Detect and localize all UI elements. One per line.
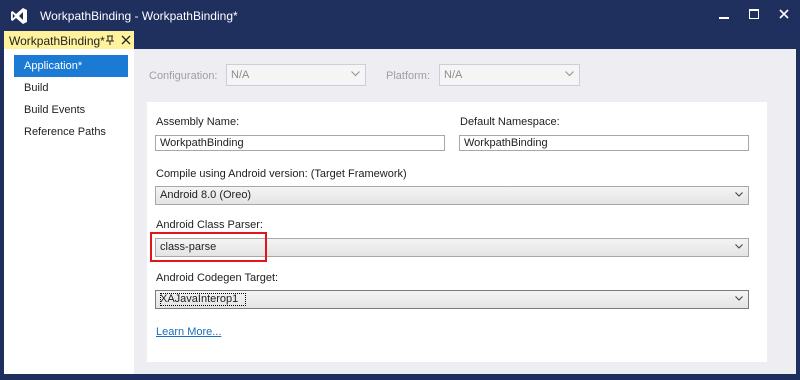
sidebar-item-label: Reference Paths <box>24 126 106 138</box>
configuration-select[interactable]: N/A <box>226 64 366 86</box>
codegen-target-label: Android Codegen Target: <box>156 272 279 284</box>
maximize-icon <box>749 9 759 19</box>
main-pane: Configuration: N/A Platform: N/A Assembl… <box>134 49 796 374</box>
project-properties-panel: Application* Build Build Events Referenc… <box>4 49 796 374</box>
chevron-down-icon <box>351 71 360 77</box>
minimize-button[interactable] <box>710 2 738 26</box>
sidebar-item-build-events[interactable]: Build Events <box>14 99 134 121</box>
sidebar-item-reference-paths[interactable]: Reference Paths <box>14 121 134 143</box>
sidebar-item-label: Build Events <box>24 104 86 116</box>
title-bar: WorkpathBinding - WorkpathBinding* <box>0 0 800 31</box>
assembly-name-input[interactable]: WorkpathBinding <box>155 135 445 151</box>
assembly-name-label: Assembly Name: <box>156 116 240 128</box>
default-namespace-label: Default Namespace: <box>460 116 560 128</box>
chevron-down-icon <box>735 296 743 301</box>
ide-window: WorkpathBinding - WorkpathBinding* Workp… <box>0 0 800 380</box>
default-namespace-input[interactable]: WorkpathBinding <box>459 135 749 151</box>
class-parser-highlight <box>150 232 267 262</box>
document-tab[interactable]: WorkpathBinding* <box>4 31 134 51</box>
target-framework-label: Compile using Android version: (Target F… <box>156 168 407 180</box>
document-tab-strip: WorkpathBinding* <box>0 31 800 51</box>
sidebar-item-label: Build <box>24 82 49 94</box>
platform-select[interactable]: N/A <box>439 64 580 86</box>
visual-studio-logo-icon <box>11 8 27 24</box>
chevron-down-icon <box>565 71 574 77</box>
sidebar-item-label: Application* <box>24 60 83 72</box>
sidebar-item-build[interactable]: Build <box>14 77 134 99</box>
document-tab-label: WorkpathBinding* <box>9 34 105 48</box>
target-framework-select[interactable]: Android 8.0 (Oreo) <box>155 186 749 205</box>
tab-close-icon[interactable] <box>121 35 131 45</box>
platform-label: Platform: <box>386 70 431 82</box>
class-parser-label: Android Class Parser: <box>156 219 263 231</box>
maximize-button[interactable] <box>740 2 768 26</box>
platform-value: N/A <box>444 69 463 81</box>
focus-indicator <box>160 293 246 306</box>
chevron-down-icon <box>735 192 743 197</box>
pin-icon[interactable] <box>105 34 116 46</box>
properties-sidebar: Application* Build Build Events Referenc… <box>4 49 145 374</box>
sidebar-item-application[interactable]: Application* <box>14 55 145 77</box>
codegen-target-select[interactable]: XAJavaInterop1 <box>155 290 749 309</box>
configuration-label: Configuration: <box>149 70 218 82</box>
chevron-down-icon <box>735 244 743 249</box>
configuration-value: N/A <box>231 69 250 81</box>
minimize-icon <box>719 17 729 19</box>
window-title: WorkpathBinding - WorkpathBinding* <box>40 9 238 23</box>
learn-more-link[interactable]: Learn More... <box>156 326 221 338</box>
close-icon <box>779 9 789 19</box>
target-framework-value: Android 8.0 (Oreo) <box>160 189 252 201</box>
close-button[interactable] <box>770 2 798 26</box>
